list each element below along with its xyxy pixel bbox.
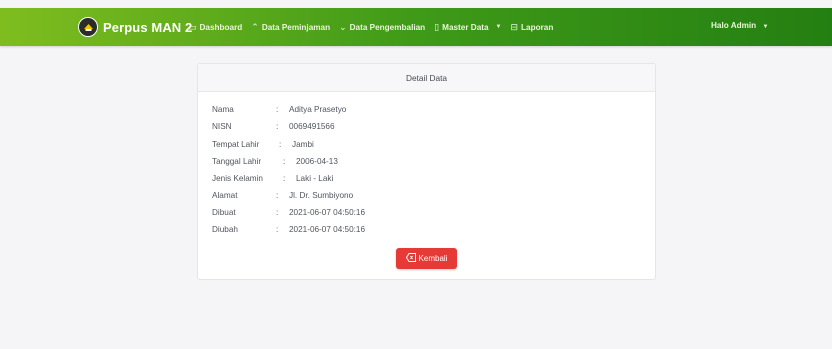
nav-item-dashboard[interactable]: ▭ Dashboard: [188, 22, 242, 33]
detail-separator: :: [276, 122, 279, 131]
caret-down-icon: ▼: [762, 24, 769, 30]
detail-value: Laki - Laki: [296, 174, 334, 183]
nav-item-label: Data Pengembalian: [349, 22, 426, 32]
chevron-down-icon: ⌄: [339, 21, 347, 32]
nav-item-label: Data Peminjaman: [261, 22, 331, 32]
detail-separator: :: [276, 208, 279, 217]
top-navbar: Perpus MAN 2 ▭ Dashboard ⌃ Data Peminjam…: [0, 8, 832, 46]
detail-label: Jenis Kelamin: [212, 174, 263, 183]
detail-row-diubah: Diubah : 2021-06-07 04:50:16: [212, 225, 365, 237]
back-button-label: Kembali: [418, 254, 448, 263]
caret-down-icon: ▼: [495, 24, 502, 30]
detail-value: Aditya Prasetyo: [289, 105, 347, 114]
report-icon: ⊟: [510, 21, 519, 32]
detail-label: NISN: [212, 122, 232, 131]
user-menu[interactable]: Halo Admin ▼: [711, 21, 768, 30]
detail-separator: :: [283, 157, 286, 166]
detail-value: Jambi: [292, 140, 314, 149]
nav-item-laporan[interactable]: ⊟ Laporan: [511, 22, 554, 33]
detail-separator: :: [276, 225, 279, 234]
detail-label: Alamat: [212, 191, 238, 200]
detail-row-tempat-lahir: Tempat Lahir : Jambi: [212, 140, 314, 152]
detail-separator: :: [279, 140, 282, 149]
detail-label: Diubah: [212, 225, 238, 234]
nav-menu: ▭ Dashboard ⌃ Data Peminjaman ⌄ Data Pen…: [188, 8, 553, 46]
detail-label: Nama: [212, 105, 234, 114]
back-button[interactable]: Kembali: [396, 248, 457, 269]
monitor-icon: ▭: [188, 21, 197, 32]
detail-value: 2021-06-07 04:50:16: [289, 225, 366, 234]
nav-item-data-pengembalian[interactable]: ⌄ Data Pengembalian: [339, 22, 425, 33]
card-title: Detail Data: [198, 64, 655, 92]
detail-value: 2006-04-13: [296, 157, 338, 166]
chevron-up-icon: ⌃: [251, 21, 259, 32]
nav-item-data-peminjaman[interactable]: ⌃ Data Peminjaman: [251, 22, 330, 33]
nav-item-label: Master Data: [442, 22, 489, 32]
user-greeting: Halo Admin: [711, 21, 757, 30]
back-arrow-icon: [405, 253, 416, 264]
detail-label: Tanggal Lahir: [212, 157, 262, 166]
detail-row-jenis-kelamin: Jenis Kelamin : Laki - Laki: [212, 174, 333, 186]
nav-item-label: Laporan: [521, 22, 554, 32]
school-logo-icon: [78, 17, 98, 37]
detail-row-dibuat: Dibuat : 2021-06-07 04:50:16: [212, 208, 365, 220]
detail-label: Tempat Lahir: [212, 140, 260, 149]
detail-value: 2021-06-07 04:50:16: [289, 208, 366, 217]
nav-item-master-data[interactable]: ▯ Master Data ▼: [434, 22, 501, 33]
detail-row-nisn: NISN : 0069491566: [212, 122, 335, 134]
detail-card: Detail Data Nama : Aditya Prasetyo NISN …: [197, 63, 656, 280]
detail-separator: :: [276, 105, 279, 114]
detail-row-tanggal-lahir: Tanggal Lahir : 2006-04-13: [212, 157, 338, 169]
detail-row-nama: Nama : Aditya Prasetyo: [212, 105, 346, 117]
detail-label: Dibuat: [212, 208, 236, 217]
book-icon: ▯: [434, 21, 440, 32]
detail-row-alamat: Alamat : Jl. Dr. Sumbiyono: [212, 191, 353, 203]
detail-separator: :: [283, 174, 286, 183]
detail-value: Jl. Dr. Sumbiyono: [289, 191, 354, 200]
detail-value: 0069491566: [289, 122, 335, 131]
brand-title: Perpus MAN 2: [103, 19, 193, 35]
nav-item-label: Dashboard: [199, 22, 243, 32]
detail-separator: :: [276, 191, 279, 200]
brand[interactable]: Perpus MAN 2: [78, 17, 192, 37]
